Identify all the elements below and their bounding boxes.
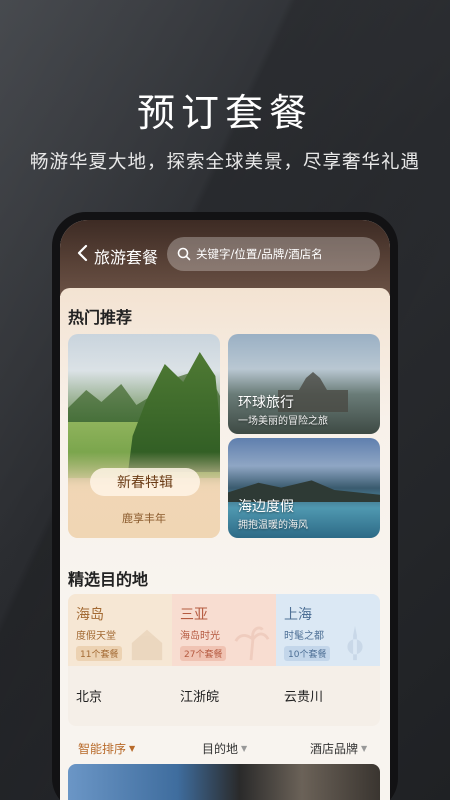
content-area: 热门推荐 新春特辑 鹿享丰年 环球旅行 一场美丽的冒险之旅 海边度假 拥抱温暖的… (60, 288, 390, 800)
destination-badge: 10个套餐 (284, 646, 331, 661)
filter-sort[interactable]: 智能排序 ▼ (78, 740, 135, 757)
filter-destination[interactable]: 目的地 ▼ (202, 740, 247, 757)
card-beach-holiday-desc: 拥抱温暖的海风 (238, 520, 308, 531)
filter-bar: 智能排序 ▼ 目的地 ▼ 酒店品牌 ▼ (60, 736, 390, 760)
destination-sanya[interactable]: 三亚 海岛时光 27个套餐 (172, 594, 276, 666)
caret-down-icon: ▼ (241, 744, 248, 753)
card-global-travel-desc: 一场美丽的冒险之旅 (238, 416, 328, 427)
phone-frame: 旅游套餐 关键字/位置/品牌/酒店名 热门推荐 新春特辑 鹿享丰年 环球旅行 一… (52, 212, 398, 800)
package-list-preview[interactable] (68, 764, 380, 800)
promo-title: 预订套餐 (136, 91, 313, 135)
search-icon (177, 247, 191, 261)
app-screen: 旅游套餐 关键字/位置/品牌/酒店名 热门推荐 新春特辑 鹿享丰年 环球旅行 一… (60, 220, 390, 800)
chevron-left-icon (77, 244, 88, 262)
destination-badge: 27个套餐 (180, 646, 227, 661)
destination-yunguichuan[interactable]: 云贵川 (276, 674, 380, 726)
destination-haidao[interactable]: 海岛 度假天堂 11个套餐 (68, 594, 172, 666)
card-beach-holiday-title: 海边度假 (238, 499, 294, 515)
pavilion-icon (131, 629, 163, 661)
destination-name: 海岛 (76, 607, 104, 623)
caret-down-icon: ▼ (361, 744, 368, 753)
filter-brand[interactable]: 酒店品牌 ▼ (310, 740, 367, 757)
tower-icon (347, 625, 363, 661)
hot-section-title: 热门推荐 (68, 308, 133, 327)
card-beach-holiday[interactable]: 海边度假 拥抱温暖的海风 (228, 438, 380, 538)
top-bar: 旅游套餐 关键字/位置/品牌/酒店名 (60, 220, 390, 296)
search-placeholder: 关键字/位置/品牌/酒店名 (196, 247, 323, 261)
card-global-travel-title: 环球旅行 (238, 395, 294, 411)
feature-subtitle: 鹿享丰年 (122, 512, 166, 525)
destination-name: 三亚 (180, 607, 208, 623)
destination-jiangzhewan[interactable]: 江浙皖 (172, 674, 276, 726)
search-input[interactable]: 关键字/位置/品牌/酒店名 (167, 237, 380, 271)
caret-down-icon: ▼ (129, 744, 136, 753)
back-button[interactable] (76, 244, 90, 262)
destination-badge: 11个套餐 (76, 646, 123, 661)
filter-brand-label: 酒店品牌 (310, 742, 359, 756)
palm-icon (234, 626, 270, 661)
page-title: 旅游套餐 (94, 248, 159, 267)
feature-card[interactable]: 新春特辑 鹿享丰年 (68, 334, 220, 538)
destinations-section-title: 精选目的地 (68, 570, 149, 589)
promo-subtitle: 畅游华夏大地，探索全球美景，尽享奢华礼遇 (29, 152, 420, 173)
filter-destination-label: 目的地 (202, 742, 239, 756)
destination-name: 北京 (76, 690, 103, 705)
destination-beijing[interactable]: 北京 (68, 674, 172, 726)
destination-name: 江浙皖 (180, 690, 220, 705)
filter-sort-label: 智能排序 (78, 742, 127, 756)
destination-shanghai[interactable]: 上海 时髦之都 10个套餐 (276, 594, 380, 666)
destinations-grid: 海岛 度假天堂 11个套餐 三亚 海岛时光 27个套餐 上海 时髦之都 10个套… (68, 594, 380, 726)
destination-name: 上海 (284, 607, 312, 623)
destination-name: 云贵川 (284, 690, 324, 705)
feature-pill[interactable]: 新春特辑 (90, 468, 200, 496)
card-global-travel[interactable]: 环球旅行 一场美丽的冒险之旅 (228, 334, 380, 434)
